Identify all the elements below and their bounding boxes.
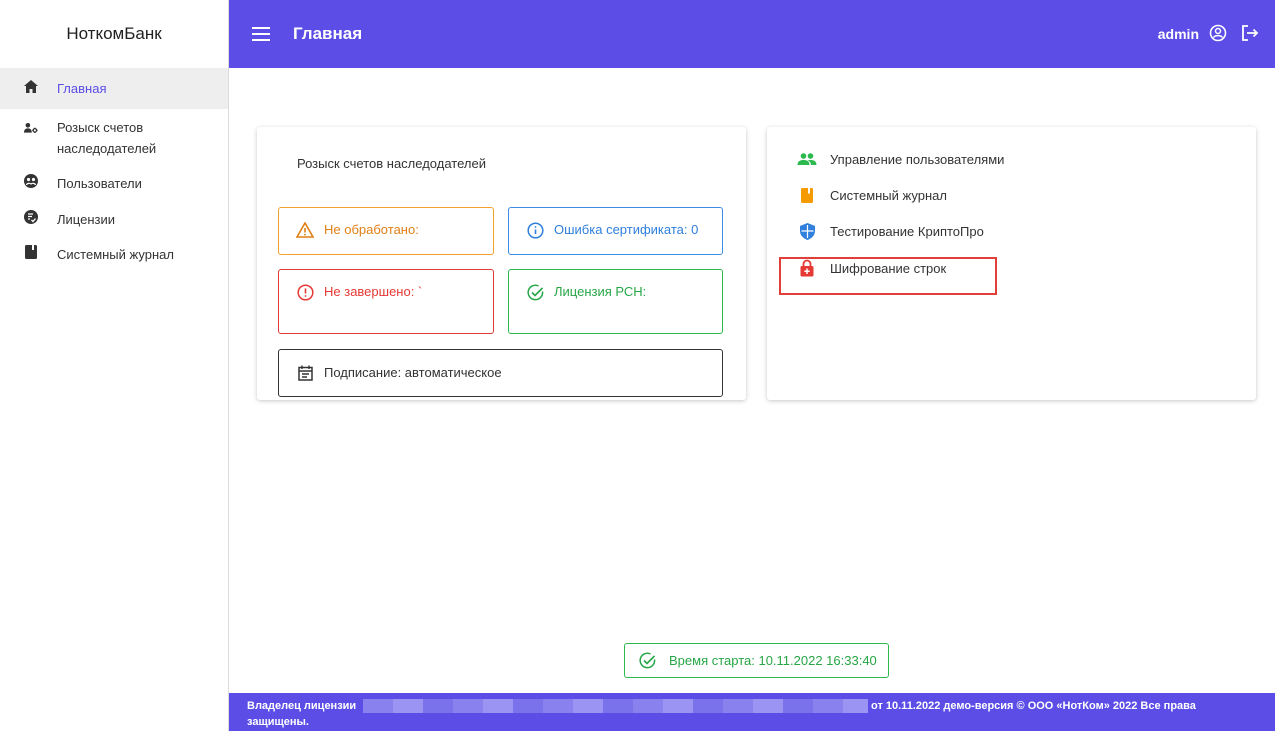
license-rsn-label: Лицензия РСН:	[554, 284, 647, 299]
not-processed-label: Не обработано:	[324, 222, 419, 237]
footer: Владелец лицензии от 10.11.2022 демо-вер…	[229, 693, 1275, 731]
users-circle-icon	[24, 174, 38, 188]
sidebar-item-system-log[interactable]: Системный журнал	[0, 238, 228, 273]
warning-icon	[296, 221, 314, 239]
menu-icon[interactable]	[252, 27, 270, 41]
sidebar-item-label: Лицензии	[57, 212, 115, 227]
license-owner-label: Владелец лицензии	[247, 700, 357, 712]
check-circle-icon	[639, 652, 657, 670]
sidebar-item-label: Пользователи	[57, 176, 142, 191]
not-finished-status[interactable]: Не завершено: `	[278, 269, 494, 334]
sidebar-item-users[interactable]: Пользователи	[0, 165, 228, 202]
sidebar-item-home[interactable]: Главная	[0, 68, 228, 109]
calendar-icon	[296, 364, 314, 382]
highlight-frame	[779, 257, 997, 295]
card-title: Розыск счетов наследодателей	[297, 156, 486, 171]
info-icon	[526, 221, 544, 239]
cert-error-label: Ошибка сертификата: 0	[554, 222, 699, 237]
search-accounts-card: Розыск счетов наследодателей Не обработа…	[257, 127, 746, 400]
not-processed-status[interactable]: Не обработано:	[278, 207, 494, 255]
account-circle-icon[interactable]	[1209, 24, 1227, 45]
journal-icon	[797, 186, 817, 204]
sidebar-item-label: Системный журнал	[57, 247, 174, 262]
license-icon	[24, 210, 38, 224]
not-finished-label: Не завершено: `	[324, 284, 423, 299]
signing-mode-label: Подписание: автоматическое	[324, 365, 502, 380]
license-rsn-status[interactable]: Лицензия РСН:	[508, 269, 723, 334]
sidebar-item-label: Главная	[57, 81, 107, 96]
link-label: Тестирование КриптоПро	[830, 223, 984, 239]
link-label: Системный журнал	[830, 187, 947, 203]
signing-mode-status[interactable]: Подписание: автоматическое	[278, 349, 723, 397]
sidebar: НоткомБанк Главная Розыск счетов наследо…	[0, 0, 229, 731]
sidebar-item-search-accounts[interactable]: Розыск счетов наследодателей	[0, 109, 228, 165]
start-time-badge: Время старта: 10.11.2022 16:33:40	[624, 643, 889, 678]
start-time-label: Время старта: 10.11.2022 16:33:40	[669, 653, 877, 668]
sidebar-item-licenses[interactable]: Лицензии	[0, 202, 228, 238]
link-label: Управление пользователями	[830, 151, 1005, 167]
home-icon	[24, 79, 38, 93]
link-user-management[interactable]: Управление пользователями	[797, 150, 1004, 168]
copyright-text: от 10.11.2022 демо-версия © ООО «НотКом»…	[871, 700, 1196, 712]
cert-error-status[interactable]: Ошибка сертификата: 0	[508, 207, 723, 255]
user-settings-icon	[24, 121, 38, 135]
brand-logo: НоткомБанк	[66, 24, 162, 43]
logout-icon[interactable]	[1241, 24, 1259, 45]
redacted-owner-name	[363, 699, 868, 713]
link-system-log[interactable]: Системный журнал	[797, 186, 947, 204]
page-title: Главная	[293, 24, 363, 43]
sidebar-item-label: Розыск счетов наследодателей	[57, 120, 157, 156]
admin-links-card: Управление пользователями Системный журн…	[767, 127, 1256, 400]
check-circle-icon	[526, 283, 544, 301]
link-cryptopro-test[interactable]: Тестирование КриптоПро	[797, 222, 984, 240]
top-app-bar: Главная admin	[229, 0, 1275, 68]
copyright-text-continued: защищены.	[247, 716, 309, 728]
shield-icon	[797, 222, 817, 240]
users-icon	[797, 150, 817, 168]
error-icon	[296, 283, 314, 301]
username: admin	[1157, 26, 1199, 42]
book-icon	[24, 245, 38, 259]
